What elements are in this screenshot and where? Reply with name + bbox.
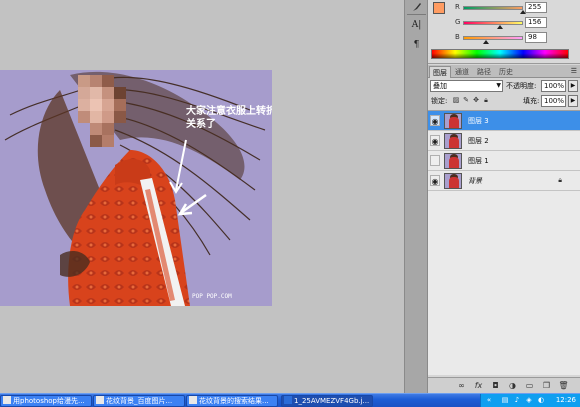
red-value-field[interactable]: 255 <box>525 2 547 13</box>
link-icon[interactable]: ∞ <box>456 380 467 391</box>
fill-input[interactable]: 100% <box>541 95 566 107</box>
mask-icon[interactable]: ◘ <box>490 380 501 391</box>
chevron-left-icon[interactable]: « <box>485 396 493 404</box>
layer-thumbnail <box>444 173 462 189</box>
layer-row[interactable]: ◉ 图层 3 <box>428 111 580 131</box>
green-slider-thumb[interactable] <box>496 25 503 29</box>
green-value-field[interactable]: 156 <box>525 17 547 28</box>
layer-name: 背景 <box>468 177 482 185</box>
tab-channels[interactable]: 通道 <box>452 66 472 78</box>
clock: 12:26 <box>555 396 576 404</box>
color-spectrum-bar[interactable] <box>431 49 569 59</box>
opacity-input[interactable]: 100% <box>541 80 566 92</box>
fill-slider-arrow-icon[interactable]: ▶ <box>568 95 578 107</box>
brush-tool-icon[interactable] <box>408 0 425 14</box>
watermark-text: POP POP.COM <box>192 293 232 300</box>
red-channel-row: R 255 <box>428 2 580 14</box>
photo-image: 大家注意衣服上转折的 关系了 POP POP.COM <box>0 70 272 306</box>
blue-channel-row: B 98 <box>428 32 580 44</box>
workspace: 大家注意衣服上转折的 关系了 POP POP.COM <box>0 0 404 393</box>
tab-paths[interactable]: 路径 <box>474 66 494 78</box>
layers-panel: 图层 通道 路径 历史 ☰ 叠加 ▼ 不透明度: 100% ▶ 锁定: ▨ ✎ … <box>428 65 580 393</box>
blend-mode-select[interactable]: 叠加 ▼ <box>430 80 503 92</box>
fx-icon[interactable]: fx <box>473 380 484 391</box>
layer-row[interactable]: ◉ 图层 2 <box>428 131 580 151</box>
tab-history[interactable]: 历史 <box>496 66 516 78</box>
lock-pixels-icon[interactable]: ✎ <box>462 96 470 105</box>
network-icon[interactable]: ▤ <box>501 396 509 404</box>
photoshop-icon <box>284 396 292 404</box>
layer-name: 图层 2 <box>468 137 489 145</box>
annotation-text-line1: 大家注意衣服上转折的 <box>186 104 272 117</box>
annotation-text-line2: 关系了 <box>186 117 216 130</box>
tool-divider <box>407 14 426 15</box>
green-channel-label: G <box>455 18 461 26</box>
new-layer-icon[interactable]: ❐ <box>541 380 552 391</box>
windows-taskbar: 用photoshop给漫先... 花纹背景_百度图片... 花纹背景的搜索结果.… <box>0 393 580 407</box>
panel-tab-bar: 图层 通道 路径 历史 ☰ <box>428 65 580 78</box>
blue-value-field[interactable]: 98 <box>525 32 547 43</box>
photoshop-window: 大家注意衣服上转折的 关系了 POP POP.COM A| ¶ R 255 G <box>0 0 580 407</box>
taskbar-item-label: 用photoshop给漫先... <box>13 397 85 405</box>
document-canvas[interactable]: 大家注意衣服上转折的 关系了 POP POP.COM <box>0 70 272 306</box>
browser-icon <box>189 396 197 404</box>
system-tray: « ▤ ♪ ◈ ◐ 12:26 <box>480 394 580 407</box>
blue-channel-slider[interactable] <box>463 36 523 40</box>
layer-thumbnail <box>444 133 462 149</box>
folder-icon[interactable]: ▭ <box>524 380 535 391</box>
layer-thumbnail <box>444 153 462 169</box>
taskbar-item-label: 花纹背景的搜索结果... <box>199 397 269 405</box>
eye-icon[interactable]: ◉ <box>430 135 440 146</box>
blue-channel-label: B <box>455 33 460 41</box>
trash-icon[interactable]: 🗑︎ <box>558 380 569 391</box>
chevron-down-icon: ▼ <box>496 82 501 89</box>
taskbar-item[interactable]: 花纹背景的搜索结果... <box>186 395 278 407</box>
layer-list: ◉ 图层 3 ◉ 图层 2 图层 1 ◉ 背景 🔒︎ <box>428 110 580 375</box>
lock-all-icon[interactable]: 🔒︎ <box>482 96 490 105</box>
lock-position-icon[interactable]: ✥ <box>472 96 480 105</box>
layer-row[interactable]: ◉ 背景 🔒︎ <box>428 171 580 191</box>
green-channel-slider[interactable] <box>463 21 523 25</box>
paragraph-icon[interactable]: ¶ <box>408 38 425 52</box>
window-icon <box>3 396 11 404</box>
taskbar-item[interactable]: 用photoshop给漫先... <box>0 395 92 407</box>
lock-icon: 🔒︎ <box>558 176 562 184</box>
panel-menu-icon[interactable]: ☰ <box>571 67 577 75</box>
taskbar-item[interactable]: 花纹背景_百度图片... <box>93 395 185 407</box>
blue-slider-thumb[interactable] <box>482 40 489 44</box>
red-channel-slider[interactable] <box>463 6 523 10</box>
layer-name: 图层 1 <box>468 157 489 165</box>
color-panel: R 255 G 156 B 98 <box>428 0 580 64</box>
lock-label: 锁定: <box>431 97 448 105</box>
eye-icon[interactable]: ◉ <box>430 175 440 186</box>
taskbar-item[interactable]: 1_25AVMEZVF4Gb.j... <box>281 395 373 407</box>
layer-row[interactable]: 图层 1 <box>428 151 580 171</box>
volume-icon[interactable]: ♪ <box>513 396 521 404</box>
opacity-slider-arrow-icon[interactable]: ▶ <box>568 80 578 92</box>
layer-name: 图层 3 <box>468 117 489 125</box>
tab-layers[interactable]: 图层 <box>429 66 451 78</box>
taskbar-item-label: 花纹背景_百度图片... <box>106 397 173 405</box>
taskbar-item-label: 1_25AVMEZVF4Gb.j... <box>294 397 370 405</box>
adjustment-icon[interactable]: ◑ <box>507 380 518 391</box>
layer-footer-toolbar: ∞ fx ◘ ◑ ▭ ❐ 🗑︎ <box>428 377 580 393</box>
opacity-label: 不透明度: <box>506 82 537 90</box>
type-tool-icon[interactable]: A| <box>408 18 425 32</box>
lock-row: 锁定: ▨ ✎ ✥ 🔒︎ 填充: 100% ▶ <box>428 95 580 108</box>
green-channel-row: G 156 <box>428 17 580 29</box>
shield-icon[interactable]: ◈ <box>525 396 533 404</box>
red-channel-label: R <box>455 3 460 11</box>
fill-label: 填充: <box>523 97 540 105</box>
panel-dock: R 255 G 156 B 98 图层 通道 路径 历史 ☰ 叠加 ▼ 不透明度… <box>428 0 580 393</box>
eye-icon[interactable]: ◉ <box>430 115 440 126</box>
input-method-icon[interactable]: ◐ <box>537 396 545 404</box>
layer-thumbnail <box>444 113 462 129</box>
blend-mode-value: 叠加 <box>433 82 447 90</box>
blend-row: 叠加 ▼ 不透明度: 100% ▶ <box>428 80 580 93</box>
eye-hidden-icon[interactable] <box>430 155 440 166</box>
tools-strip: A| ¶ <box>404 0 428 393</box>
browser-icon <box>96 396 104 404</box>
lock-transparency-icon[interactable]: ▨ <box>452 96 460 105</box>
